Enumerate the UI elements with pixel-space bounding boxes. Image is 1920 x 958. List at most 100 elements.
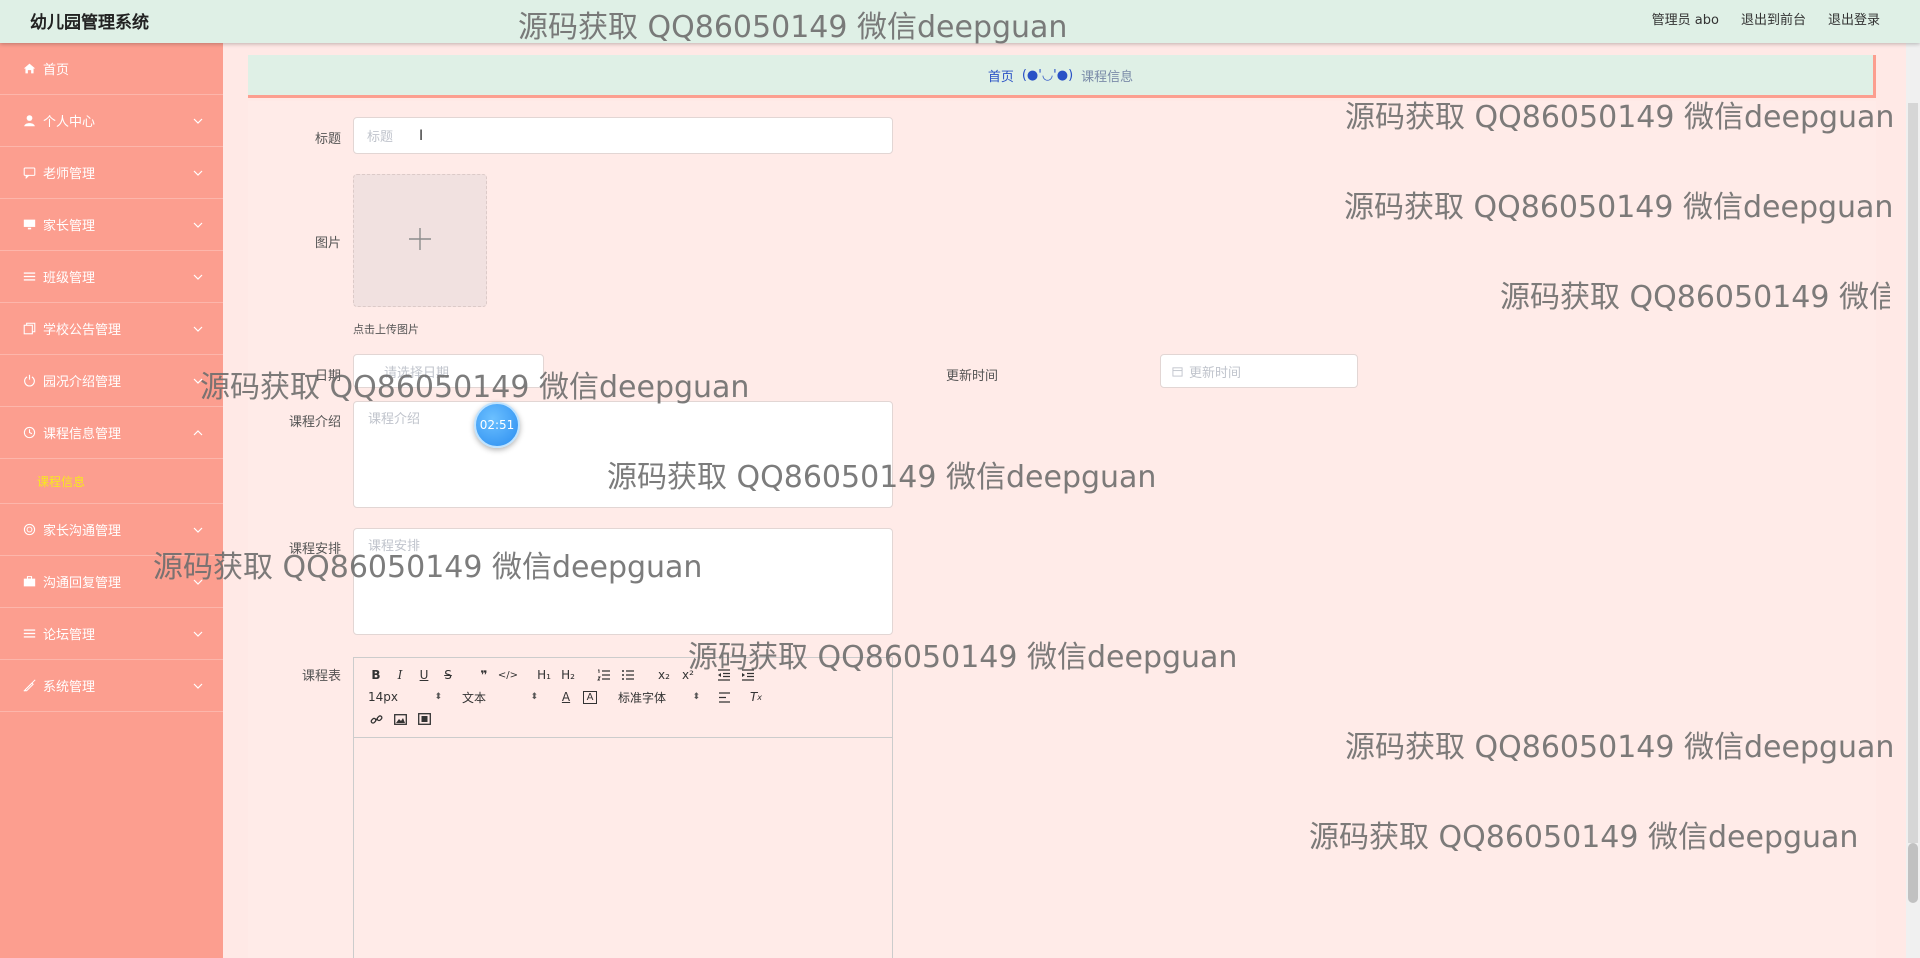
home-icon xyxy=(22,62,36,76)
font-size-select[interactable]: 14px ⬍ xyxy=(364,687,446,707)
front-link[interactable]: 退出到前台 xyxy=(1741,9,1806,28)
font-family-value: 标准字体 xyxy=(618,690,667,705)
intro-label: 课程介绍 xyxy=(288,415,341,430)
chevron-down-icon xyxy=(193,524,203,534)
bold-icon[interactable]: B xyxy=(364,665,388,685)
code-block-icon[interactable]: </> xyxy=(496,665,520,685)
update-time-placeholder: 更新时间 xyxy=(1189,365,1242,381)
watermark-text: 源码获取 QQ86050149 微信deepguan xyxy=(1500,280,1890,315)
logout-link[interactable]: 退出登录 xyxy=(1828,9,1880,28)
intro-placeholder: 课程介绍 xyxy=(368,412,421,427)
image-label: 图片 xyxy=(314,236,341,251)
sidebar-item-teachers[interactable]: 老师管理 xyxy=(0,147,223,199)
header2-icon[interactable]: H₂ xyxy=(556,665,580,685)
updown-icon: ⬍ xyxy=(434,692,442,702)
subscript-icon[interactable]: x₂ xyxy=(652,665,676,685)
ordered-list-icon[interactable] xyxy=(592,665,616,685)
chevron-down-icon xyxy=(193,323,203,333)
editor-content[interactable] xyxy=(354,738,892,958)
upload-tip: 点击上传图片 xyxy=(353,323,419,336)
watermark-text: 源码获取 QQ86050149 微信deepguan xyxy=(1345,100,1895,135)
sidebar: 首页 个人中心 老师管理 家长管理 班级管理 学校公告管理 园况介绍管理 课程信… xyxy=(0,43,223,958)
sidebar-item-label: 论坛管理 xyxy=(43,628,96,643)
watermark-text: 源码获取 QQ86050149 微信deepguan xyxy=(200,370,750,405)
sidebar-item-forum[interactable]: 论坛管理 xyxy=(0,608,223,660)
chevron-down-icon xyxy=(193,167,203,177)
video-icon[interactable] xyxy=(412,709,436,729)
font-family-select[interactable]: 标准字体 ⬍ xyxy=(614,687,704,707)
sidebar-item-label: 学校公告管理 xyxy=(43,323,122,338)
briefcase-icon xyxy=(22,575,36,589)
bullet-list-icon[interactable] xyxy=(616,665,640,685)
page-scrollbar[interactable] xyxy=(1906,43,1920,958)
watermark-text: 源码获取 QQ86050149 微信deepguan xyxy=(153,550,703,585)
chat-icon xyxy=(22,166,36,180)
copy-icon xyxy=(22,322,36,336)
sidebar-item-label: 沟通回复管理 xyxy=(43,576,122,591)
italic-icon[interactable]: I xyxy=(388,665,412,685)
sidebar-item-parents[interactable]: 家长管理 xyxy=(0,199,223,251)
image-uploader[interactable] xyxy=(353,174,487,307)
title-input[interactable]: 标题 I xyxy=(353,117,893,154)
sidebar-item-profile[interactable]: 个人中心 xyxy=(0,95,223,147)
chevron-down-icon xyxy=(193,219,203,229)
sidebar-item-system[interactable]: 系统管理 xyxy=(0,660,223,712)
sidebar-item-notices[interactable]: 学校公告管理 xyxy=(0,303,223,355)
updown-icon: ⬍ xyxy=(692,692,700,702)
breadcrumb-separator: (●'◡'●) xyxy=(1021,67,1074,83)
align-icon[interactable] xyxy=(712,687,736,707)
sidebar-item-label: 老师管理 xyxy=(43,167,96,182)
scroll-track xyxy=(1908,103,1918,843)
sidebar-item-label: 班级管理 xyxy=(43,271,96,286)
clear-format-icon[interactable]: Tx xyxy=(744,687,768,707)
blockquote-icon[interactable]: ❞ xyxy=(472,665,496,685)
watermark-text: 源码获取 QQ86050149 微信deepguan xyxy=(1309,820,1859,855)
sidebar-item-label: 园况介绍管理 xyxy=(43,375,122,390)
rich-text-editor: B I U S ❞ </> H₁ H₂ x₂ x² 14px ⬍ 文本 ⬍ A … xyxy=(353,657,893,958)
watermark-text: 源码获取 QQ86050149 微信deepguan xyxy=(1345,730,1895,765)
calendar-icon xyxy=(1172,366,1183,377)
header1-icon[interactable]: H₁ xyxy=(532,665,556,685)
chevron-up-icon xyxy=(193,427,203,437)
app-title: 幼儿园管理系统 xyxy=(30,13,149,33)
watermark-text: 源码获取 QQ86050149 微信deepguan xyxy=(688,640,1238,675)
title-placeholder: 标题 xyxy=(367,130,394,145)
background-color-icon[interactable]: A xyxy=(583,690,597,704)
format-value: 文本 xyxy=(462,690,487,705)
timer-badge[interactable]: 02:51 xyxy=(474,402,520,448)
list-icon xyxy=(22,627,36,641)
sidebar-subitem-course-info[interactable]: 课程信息 xyxy=(0,459,223,504)
chevron-down-icon xyxy=(193,115,203,125)
update-time-input[interactable]: 更新时间 xyxy=(1160,354,1358,388)
updown-icon: ⬍ xyxy=(530,692,538,702)
clock-icon xyxy=(22,426,36,440)
text-cursor-icon: I xyxy=(419,127,424,144)
sidebar-item-classes[interactable]: 班级管理 xyxy=(0,251,223,303)
underline-icon[interactable]: U xyxy=(412,665,436,685)
sidebar-item-label: 个人中心 xyxy=(43,115,96,130)
sidebar-item-label: 首页 xyxy=(43,63,70,78)
top-links: 管理员 abo 退出到前台 退出登录 xyxy=(1652,9,1880,28)
update-time-label: 更新时间 xyxy=(945,369,998,384)
monitor-icon xyxy=(22,218,36,232)
sidebar-item-courses[interactable]: 课程信息管理 xyxy=(0,407,223,459)
sidebar-item-label: 课程信息管理 xyxy=(43,427,122,442)
power-icon xyxy=(22,374,36,388)
font-color-icon[interactable]: A xyxy=(554,687,578,707)
watermark-text: 源码获取 QQ86050149 微信deepguan xyxy=(607,460,1157,495)
title-label: 标题 xyxy=(314,132,341,147)
schedule-label: 课程表 xyxy=(301,669,341,684)
sidebar-item-label: 系统管理 xyxy=(43,680,96,695)
breadcrumb-home[interactable]: 首页 xyxy=(988,66,1014,85)
user-label: 管理员 abo xyxy=(1651,13,1719,28)
breadcrumb-current: 课程信息 xyxy=(1081,69,1134,85)
sidebar-item-home[interactable]: 首页 xyxy=(0,43,223,95)
format-select[interactable]: 文本 ⬍ xyxy=(458,687,542,707)
scroll-thumb[interactable] xyxy=(1908,843,1918,903)
chevron-down-icon xyxy=(193,271,203,281)
link-icon[interactable] xyxy=(364,709,388,729)
sidebar-item-intro[interactable]: 园况介绍管理 xyxy=(0,355,223,407)
watermark-text: 源码获取 QQ86050149 微信deepguan xyxy=(518,10,1068,45)
strike-icon[interactable]: S xyxy=(436,665,460,685)
image-icon[interactable] xyxy=(388,709,412,729)
